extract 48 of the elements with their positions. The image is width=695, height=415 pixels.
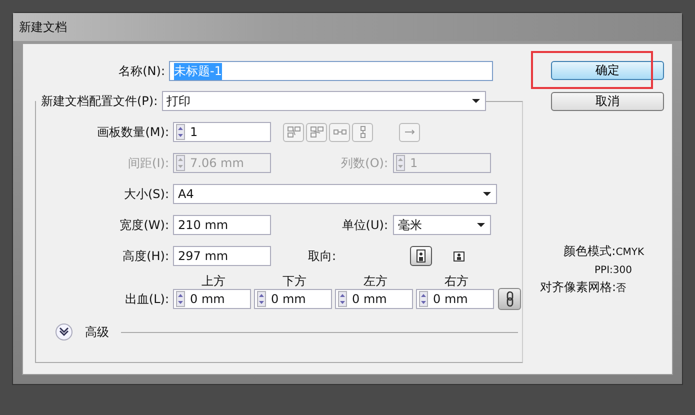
field-label: 出血(L):: [124, 290, 170, 308]
grid-by-column-icon[interactable]: [306, 122, 327, 142]
portrait-orientation-icon[interactable]: [410, 246, 432, 266]
spinner-arrows-icon[interactable]: [419, 291, 428, 307]
column-header: 左方: [362, 273, 388, 287]
window-title: 新建文档: [19, 18, 67, 36]
grid-by-row-icon[interactable]: [283, 122, 304, 142]
cancel-button[interactable]: 取消: [551, 92, 664, 111]
dropdown-arrow-icon[interactable]: [476, 222, 486, 228]
units-dropdown[interactable]: 毫米: [393, 215, 491, 235]
spinner-arrows-icon[interactable]: [338, 291, 347, 307]
column-header: 上方: [200, 273, 226, 287]
width-field[interactable]: 210 mm: [173, 215, 271, 235]
field-label: 大小(S):: [122, 186, 170, 202]
bleed-spinner[interactable]: 0 mm: [335, 289, 413, 309]
spinner-arrows-icon[interactable]: [176, 124, 185, 140]
dropdown-arrow-icon[interactable]: [470, 98, 481, 104]
field-label: 画板数量(M):: [96, 124, 170, 140]
field-label: 高度(H):: [122, 248, 170, 264]
bleed-spinner[interactable]: 0 mm: [173, 289, 251, 309]
document-info: PPI:300: [594, 264, 632, 278]
link-chain-icon[interactable]: [498, 288, 521, 310]
bleed-spinner[interactable]: 0 mm: [416, 289, 494, 309]
bleed-spinner[interactable]: 0 mm: [254, 289, 332, 309]
arrange-by-row-icon[interactable]: [329, 122, 350, 142]
field-label: 宽度(W):: [118, 216, 170, 234]
artboard-count-spinner[interactable]: 1: [173, 122, 271, 142]
field-label: 名称(N):: [118, 62, 166, 80]
document-info: 对齐像素网格:否: [540, 279, 626, 296]
ok-button[interactable]: 确定: [551, 61, 664, 80]
spinner-arrows-icon[interactable]: [176, 291, 185, 307]
column-header: 右方: [444, 273, 470, 287]
column-header: 下方: [282, 273, 308, 287]
document-info: 颜色模式:CMYK: [564, 243, 644, 260]
dropdown-arrow-icon[interactable]: [482, 191, 492, 197]
height-field[interactable]: 297 mm: [173, 246, 271, 266]
spinner-arrows-icon[interactable]: [257, 291, 266, 307]
profile-dropdown[interactable]: 打印: [162, 91, 486, 111]
arrow-right-icon[interactable]: [399, 122, 420, 142]
section-label: 高级: [85, 324, 109, 340]
field-label: 取向:: [306, 248, 336, 264]
field-label: 列数(O):: [340, 154, 389, 172]
arrange-by-column-icon[interactable]: [352, 122, 373, 142]
size-dropdown[interactable]: A4: [173, 184, 497, 204]
field-label: 单位(U):: [340, 216, 389, 234]
field-label: 间距(I):: [127, 154, 170, 172]
expand-chevron-icon[interactable]: [55, 323, 73, 341]
field-label: 新建文档配置文件(P):: [40, 92, 159, 110]
